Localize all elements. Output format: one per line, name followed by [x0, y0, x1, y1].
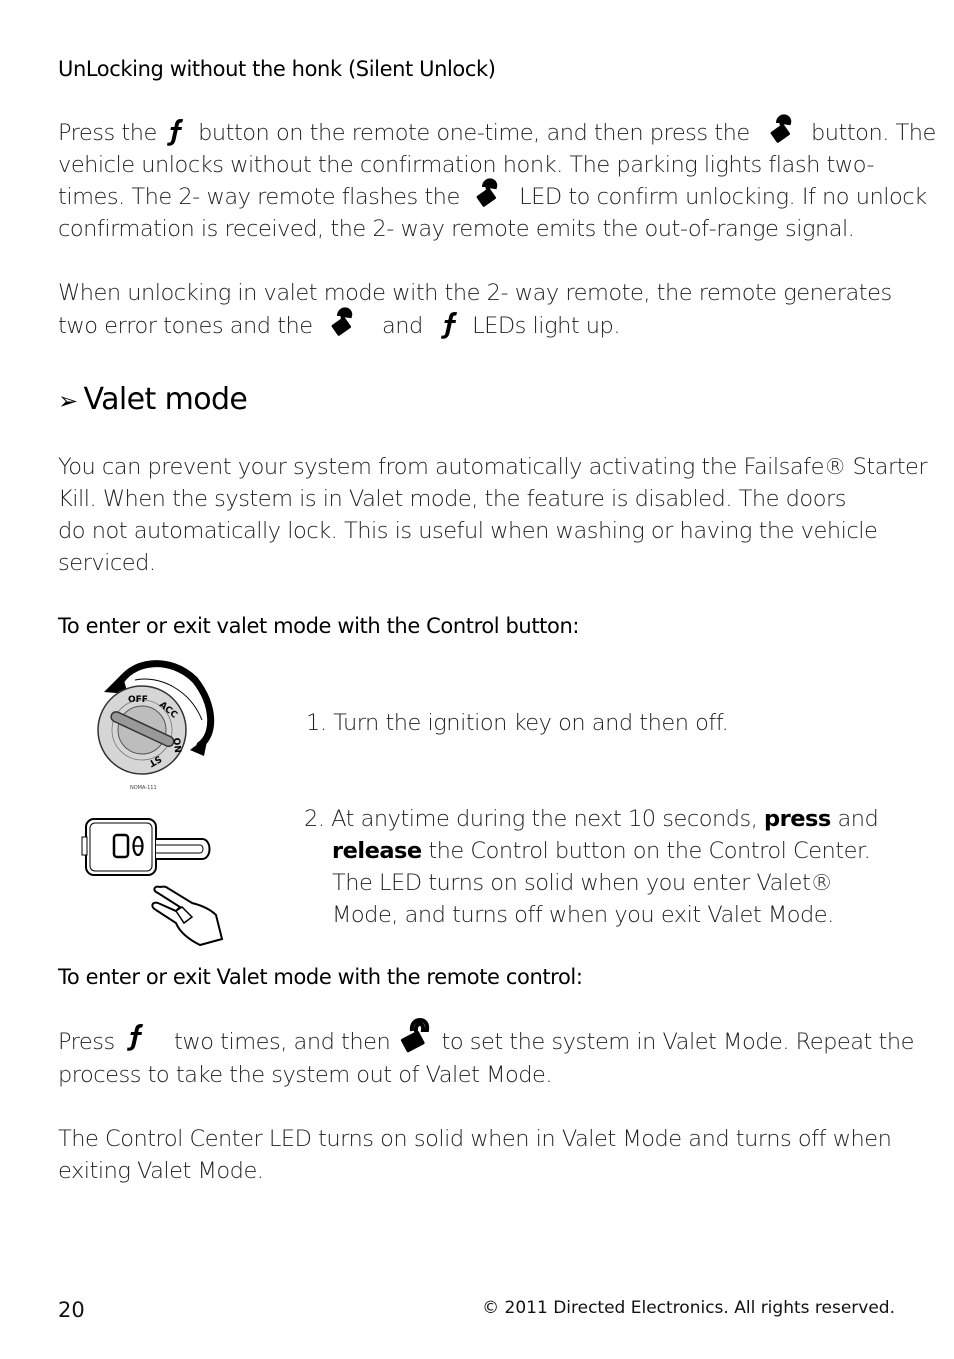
unlock-padlock-icon: [331, 306, 353, 336]
text: LEDs light up.: [472, 313, 620, 339]
page-number: 20: [58, 1298, 85, 1322]
text: 2. At anytime during the next 10 seconds…: [304, 806, 758, 832]
text: and: [837, 806, 879, 832]
text: and: [381, 313, 423, 339]
text: button on the remote one-time, and then …: [198, 120, 750, 146]
unlock-padlock-icon: [770, 113, 792, 143]
text: do not automatically lock. This is usefu…: [58, 518, 878, 544]
text: vehicle unlocks without the confirmation…: [58, 152, 875, 178]
bold-release: release: [332, 838, 422, 864]
control-center-illustration: [81, 818, 224, 947]
text: the Control button on the Control Center…: [428, 838, 871, 864]
text: Press the: [58, 120, 157, 146]
text: LED to confirm unlocking. If no unlock: [519, 184, 927, 210]
text: When unlocking in valet mode with the 2-…: [58, 280, 892, 306]
text: button. The: [811, 120, 936, 146]
text: You can prevent your system from automat…: [58, 454, 928, 480]
text: Press: [58, 1029, 115, 1055]
arrow-bullet-icon: ➢: [58, 387, 78, 415]
illustration-caption: NOMA-111: [130, 785, 157, 791]
unlock-padlock-icon: [477, 177, 498, 207]
copyright-notice: © 2011 Directed Electronics. All rights …: [482, 1298, 895, 1318]
text: The LED turns on solid when you enter Va…: [332, 870, 833, 896]
text: exiting Valet Mode.: [58, 1158, 264, 1184]
text: confirmation is received, the 2- way rem…: [58, 216, 855, 242]
text: Mode, and turns off when you exit Valet …: [332, 902, 834, 928]
silent-unlock-heading: UnLocking without the honk (Silent Unloc…: [58, 57, 496, 81]
unlock-padlock-icon: [400, 1017, 430, 1052]
function-f-icon: [167, 118, 184, 146]
valet-mode-title: Valet mode: [83, 382, 248, 417]
text: serviced.: [58, 550, 156, 576]
step-1: 1. Turn the ignition key on and then off…: [306, 710, 729, 736]
text: times. The 2- way remote flashes the: [58, 184, 460, 210]
text: process to take the system out of Valet …: [58, 1062, 553, 1088]
ignition-off-label: OFF: [128, 695, 148, 705]
control-button-heading: To enter or exit valet mode with the Con…: [58, 614, 580, 638]
text: two error tones and the: [58, 313, 313, 339]
valet-mode-heading: ➢ Valet mode: [58, 382, 248, 417]
remote-control-heading: To enter or exit Valet mode with the rem…: [58, 965, 583, 989]
ignition-key-illustration: OFF ACC ON ST NOMA-111: [97, 660, 215, 791]
text: two times, and then: [174, 1029, 391, 1055]
function-f-icon: [127, 1023, 144, 1051]
text: Kill. When the system is in Valet mode, …: [58, 486, 846, 512]
text: The Control Center LED turns on solid wh…: [58, 1126, 892, 1152]
ignition-on-label: ON: [171, 737, 182, 753]
text: to set the system in Valet Mode. Repeat …: [441, 1029, 915, 1055]
bold-press: press: [764, 806, 831, 832]
function-f-icon: [441, 311, 458, 339]
